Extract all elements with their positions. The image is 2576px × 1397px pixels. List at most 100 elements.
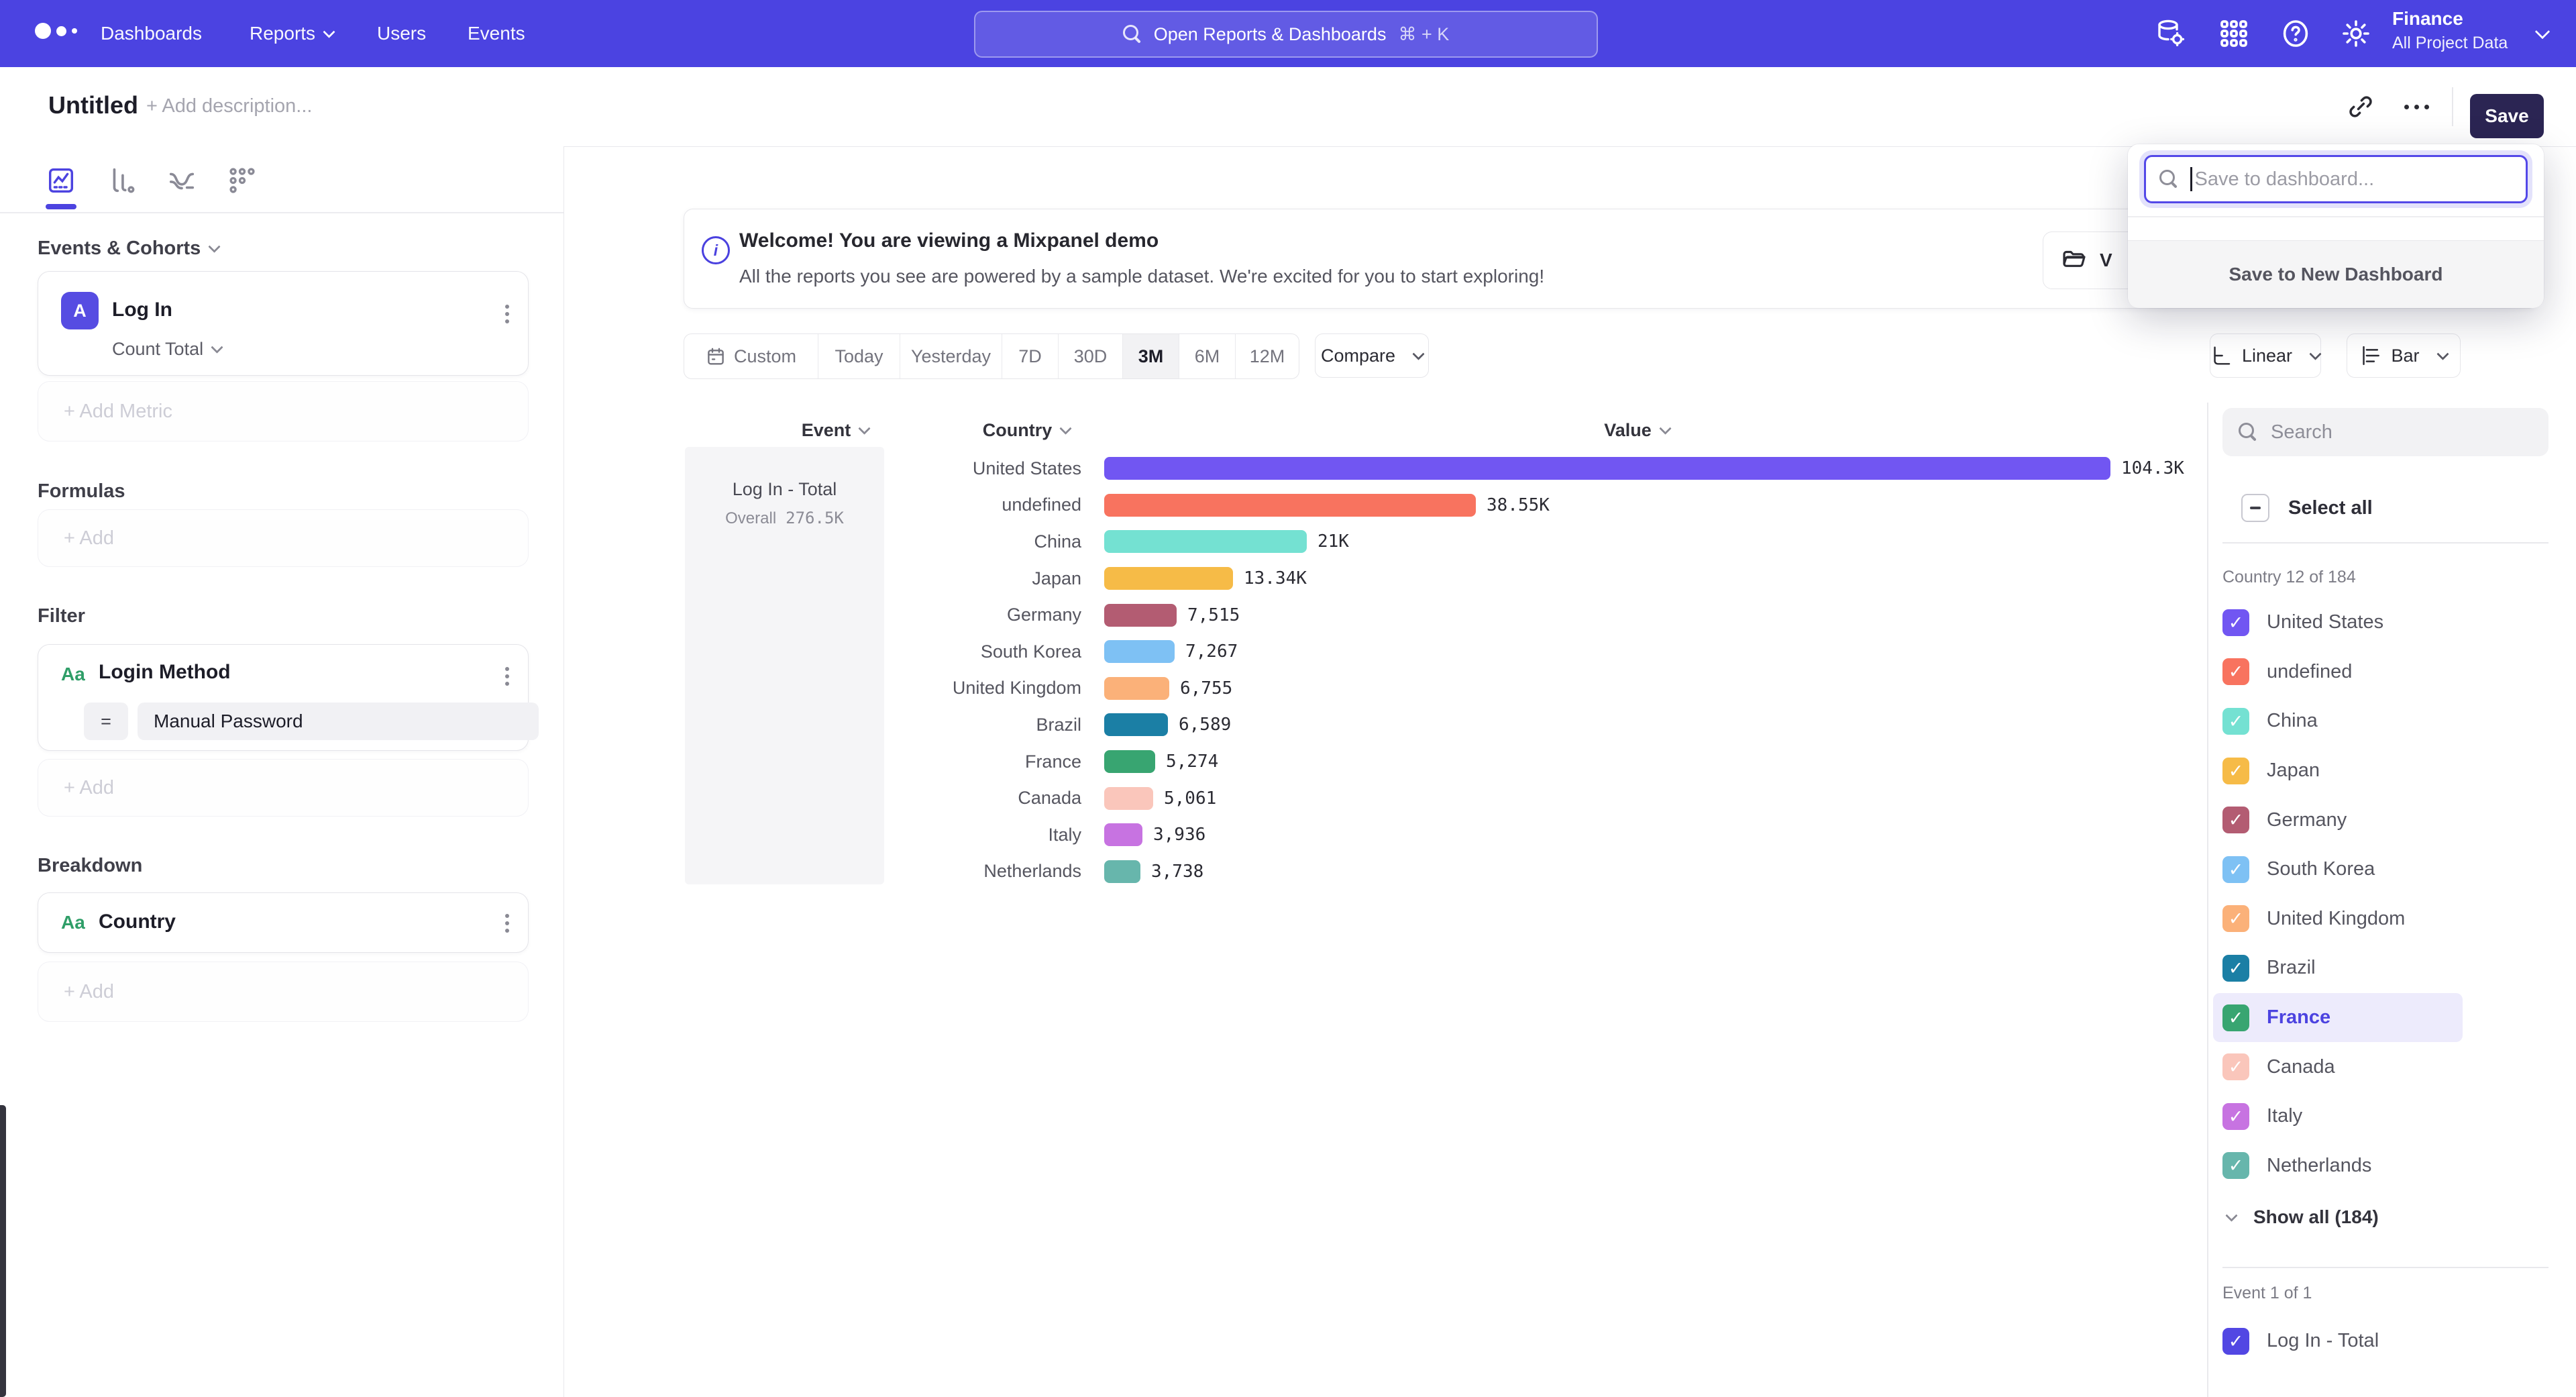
bar[interactable] [1104, 457, 2110, 480]
scale-dropdown[interactable]: Linear [2210, 333, 2321, 378]
event-summary-panel: Log In - Total Overall276.5K [685, 447, 884, 884]
country-option[interactable]: ✓United States [2213, 598, 2463, 648]
events-section-title[interactable]: Events & Cohorts [38, 238, 219, 260]
filter-card[interactable]: Aa Login Method = Manual Password [38, 644, 529, 751]
country-checkbox[interactable]: ✓ [2222, 609, 2249, 636]
add-metric-button[interactable]: + Add Metric [38, 381, 529, 442]
bar[interactable] [1104, 787, 1153, 810]
scrollbar[interactable] [0, 1105, 6, 1397]
tab-funnels-icon[interactable] [106, 165, 137, 196]
nav-reports[interactable]: Reports [250, 0, 333, 67]
country-option[interactable]: ✓United Kingdom [2213, 894, 2463, 944]
country-option[interactable]: ✓undefined [2213, 648, 2463, 697]
bar[interactable] [1104, 713, 1168, 736]
compare-button[interactable]: Compare [1315, 333, 1429, 378]
add-formula-button[interactable]: + Add [38, 509, 529, 567]
country-option[interactable]: ✓France [2213, 993, 2463, 1043]
add-filter-button[interactable]: + Add [38, 759, 529, 817]
range-3m[interactable]: 3M [1123, 334, 1179, 378]
bar[interactable] [1104, 567, 1233, 590]
country-option[interactable]: ✓Italy [2213, 1092, 2463, 1141]
filter-value[interactable]: Manual Password [138, 703, 539, 740]
country-option[interactable]: ✓China [2213, 696, 2463, 746]
range-today[interactable]: Today [818, 334, 900, 378]
bar[interactable] [1104, 823, 1142, 846]
country-option[interactable]: ✓Netherlands [2213, 1141, 2463, 1191]
event-option[interactable]: ✓ Log In - Total [2213, 1316, 2463, 1366]
country-checkbox[interactable]: ✓ [2222, 708, 2249, 735]
country-checkbox[interactable]: ✓ [2222, 1103, 2249, 1130]
country-option-label: Germany [2267, 809, 2347, 831]
column-header-value[interactable]: Value [1580, 420, 1694, 441]
breakdown-card[interactable]: Aa Country [38, 892, 529, 953]
bar[interactable] [1104, 677, 1169, 700]
event-count-label: Event 1 of 1 [2222, 1284, 2312, 1303]
country-checkbox[interactable]: ✓ [2222, 658, 2249, 685]
select-all-row[interactable]: Select all [2222, 494, 2373, 522]
segment-search-input[interactable]: Search [2222, 408, 2548, 456]
add-description-button[interactable]: + Add description... [146, 95, 312, 117]
more-actions-button[interactable] [2404, 105, 2429, 109]
save-button[interactable]: Save [2470, 94, 2544, 138]
range-30d[interactable]: 30D [1059, 334, 1123, 378]
range-custom[interactable]: Custom [684, 334, 818, 378]
country-checkbox[interactable]: ✓ [2222, 905, 2249, 932]
country-option[interactable]: ✓Canada [2213, 1042, 2463, 1092]
breakdown-menu-button[interactable] [505, 911, 509, 936]
metric-menu-button[interactable] [505, 301, 509, 327]
nav-dashboards[interactable]: Dashboards [101, 0, 202, 67]
apps-grid-icon[interactable] [2218, 17, 2250, 50]
mixpanel-logo-icon[interactable] [35, 23, 77, 39]
country-checkbox[interactable]: ✓ [2222, 1152, 2249, 1179]
bar[interactable] [1104, 750, 1155, 773]
filter-operator[interactable]: = [84, 703, 128, 740]
range-yesterday[interactable]: Yesterday [900, 334, 1002, 378]
settings-gear-icon[interactable] [2340, 17, 2372, 50]
nav-users[interactable]: Users [377, 0, 426, 67]
bar[interactable] [1104, 494, 1476, 517]
save-dashboard-search-input[interactable]: Save to dashboard... [2144, 155, 2528, 203]
nav-events[interactable]: Events [468, 0, 525, 67]
bar[interactable] [1104, 530, 1307, 553]
country-option[interactable]: ✓Brazil [2213, 943, 2463, 993]
metric-event-name[interactable]: Log In [112, 299, 172, 321]
bar[interactable] [1104, 640, 1175, 663]
range-6m[interactable]: 6M [1179, 334, 1236, 378]
country-checkbox[interactable]: ✓ [2222, 758, 2249, 784]
country-checkbox[interactable]: ✓ [2222, 856, 2249, 883]
event-checkbox[interactable]: ✓ [2222, 1328, 2249, 1355]
global-search-input[interactable]: Open Reports & Dashboards ⌘ + K [974, 11, 1598, 58]
show-all-button[interactable]: Show all (184) [2227, 1206, 2379, 1228]
country-option[interactable]: ✓South Korea [2213, 845, 2463, 894]
range-7d[interactable]: 7D [1002, 334, 1059, 378]
column-header-event[interactable]: Event [778, 420, 892, 441]
filter-property-name[interactable]: Login Method [99, 661, 231, 684]
data-management-icon[interactable] [2155, 17, 2187, 50]
help-icon[interactable] [2279, 17, 2312, 50]
report-title[interactable]: Untitled [48, 91, 138, 119]
tab-retention-icon[interactable] [227, 165, 258, 196]
tab-flows-icon[interactable] [166, 165, 197, 196]
metric-letter-badge: A [61, 292, 99, 329]
metric-card[interactable]: A Log In Count Total [38, 271, 529, 376]
filter-menu-button[interactable] [505, 664, 509, 689]
tab-insights-icon[interactable] [46, 165, 76, 196]
bar[interactable] [1104, 604, 1177, 627]
country-checkbox[interactable]: ✓ [2222, 1053, 2249, 1080]
project-switcher[interactable]: Finance All Project Data [2392, 8, 2508, 53]
select-all-checkbox[interactable] [2241, 494, 2269, 522]
column-header-country[interactable]: Country [969, 420, 1083, 441]
country-checkbox[interactable]: ✓ [2222, 1004, 2249, 1031]
country-checkbox[interactable]: ✓ [2222, 807, 2249, 833]
breakdown-property-name[interactable]: Country [99, 911, 176, 933]
copy-link-button[interactable] [2347, 93, 2375, 121]
chart-type-dropdown[interactable]: Bar [2347, 333, 2461, 378]
add-breakdown-button[interactable]: + Add [38, 962, 529, 1022]
country-checkbox[interactable]: ✓ [2222, 955, 2249, 982]
country-option[interactable]: ✓Japan [2213, 746, 2463, 796]
save-to-new-dashboard-button[interactable]: Save to New Dashboard [2128, 240, 2544, 308]
country-option[interactable]: ✓ Germany [2213, 795, 2463, 845]
range-12m[interactable]: 12M [1236, 334, 1299, 378]
metric-aggregation[interactable]: Count Total [112, 339, 221, 360]
bar[interactable] [1104, 860, 1140, 883]
